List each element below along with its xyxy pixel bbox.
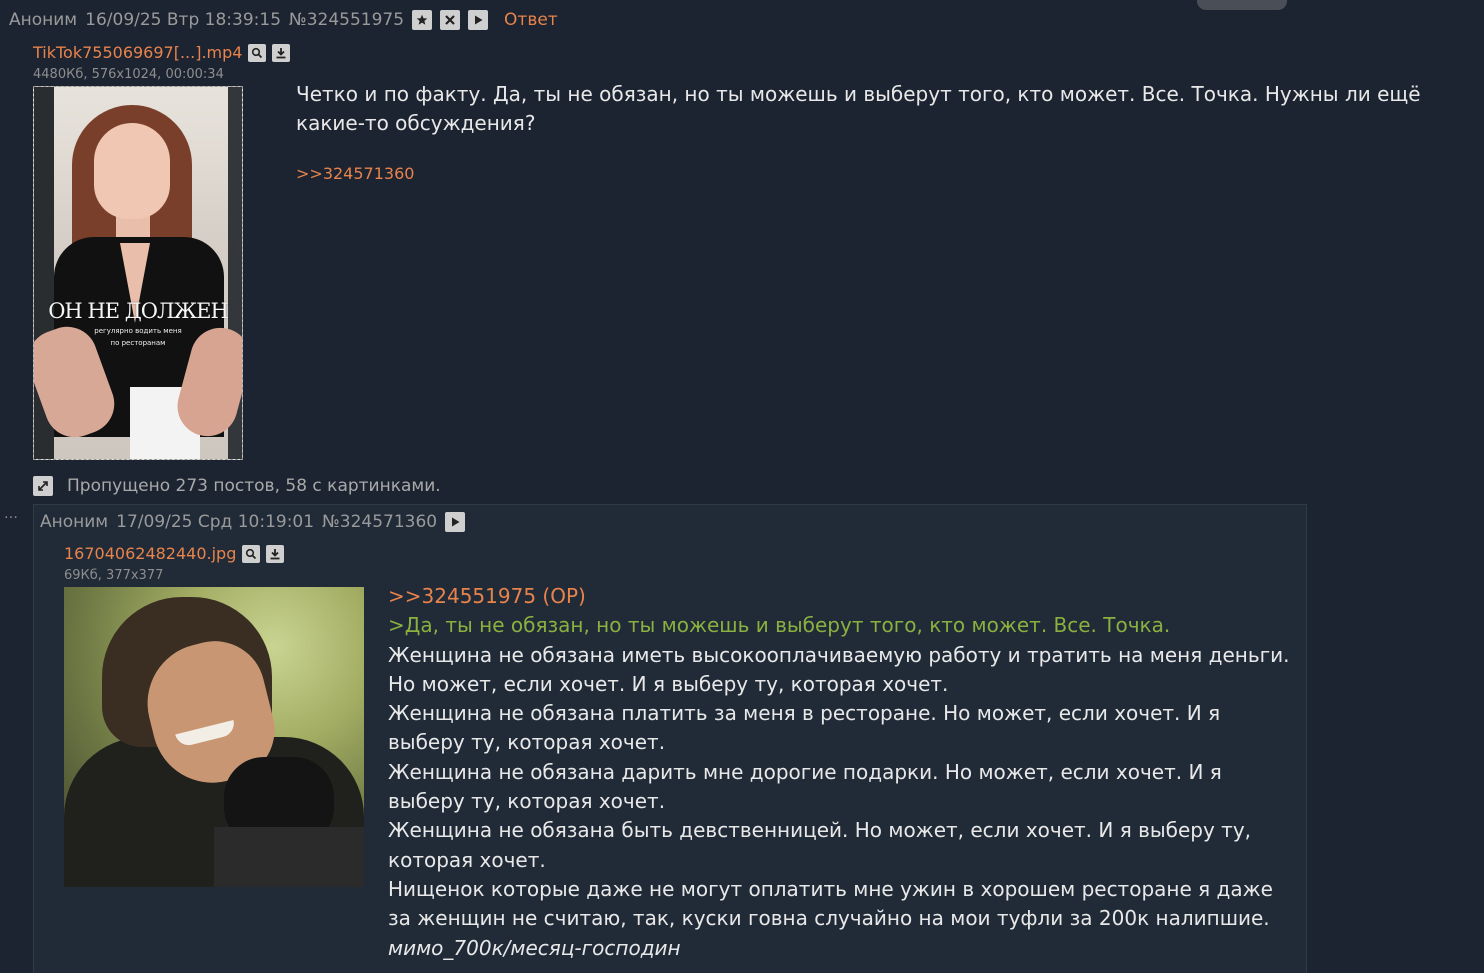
play-icon[interactable] — [445, 512, 466, 532]
reply-line: Женщина не обязана платить за меня в рес… — [388, 701, 1221, 755]
reply-image-thumbnail[interactable] — [64, 587, 364, 887]
more-dots-icon[interactable]: … — [4, 506, 19, 522]
reply-post-header: Аноним 17/09/25 Срд 10:19:01 №324571360 — [40, 512, 466, 532]
reply-file-line: 16704062482440.jpg — [64, 544, 285, 563]
reply-signature: мимо_700к/месяц-господин — [388, 935, 681, 960]
op-file-meta: 4480Кб, 576x1024, 00:00:34 — [33, 67, 224, 82]
reply-post-number[interactable]: №324571360 — [322, 512, 437, 532]
close-icon[interactable] — [440, 10, 461, 30]
search-icon[interactable] — [242, 544, 261, 563]
reply-line: Женщина не обязана быть девственницей. Н… — [388, 818, 1252, 872]
reply-line: Женщина не обязана иметь высокооплачивае… — [388, 642, 1290, 696]
op-author: Аноним — [9, 10, 78, 30]
reply-author: Аноним — [40, 512, 109, 532]
star-icon[interactable] — [412, 10, 433, 30]
greentext-quote: >Да, ты не обязан, но ты можешь и выберу… — [388, 613, 1171, 638]
scroll-pill[interactable] — [1197, 0, 1287, 10]
op-post-header: Аноним 16/09/25 Втр 18:39:15 №324551975 … — [9, 10, 558, 30]
video-overlay-title: ОН НЕ ДОЛЖЕН — [48, 299, 229, 323]
download-icon[interactable] — [266, 544, 285, 563]
op-file-line: TikTok755069697[...].mp4 — [33, 43, 291, 62]
play-icon[interactable] — [468, 10, 489, 30]
reply-file-name[interactable]: 16704062482440.jpg — [64, 544, 236, 563]
op-date: 16/09/25 Втр 18:39:15 — [85, 10, 282, 30]
op-backlink[interactable]: >>324571360 — [296, 164, 414, 183]
expand-icon[interactable] — [33, 476, 53, 496]
op-post-number[interactable]: №324551975 — [289, 10, 404, 30]
op-quote-link[interactable]: >>324551975 (OP) — [388, 584, 586, 608]
reply-line: Нищенок которые даже не могут оплатить м… — [388, 876, 1273, 931]
video-overlay-subtitle: регулярно водить меня по ресторанам — [94, 327, 182, 347]
reply-button[interactable]: Ответ — [504, 10, 558, 30]
reply-date: 17/09/25 Срд 10:19:01 — [116, 512, 315, 532]
op-post-text: Четко и по факту. Да, ты не обязан, но т… — [296, 82, 1421, 135]
reply-line: Женщина не обязана дарить мне дорогие по… — [388, 759, 1222, 814]
download-icon[interactable] — [272, 43, 291, 62]
thread-page: Аноним 16/09/25 Втр 18:39:15 №324551975 … — [0, 0, 1484, 973]
omitted-posts-row: Пропущено 273 постов, 58 с картинками. — [33, 476, 441, 496]
reply-post-text: >>324551975 (OP) >Да, ты не обязан, но т… — [388, 582, 1298, 963]
omitted-posts-text: Пропущено 273 постов, 58 с картинками. — [67, 476, 441, 496]
op-file-name[interactable]: TikTok755069697[...].mp4 — [33, 43, 242, 62]
reply-file-meta: 69Кб, 377x377 — [64, 568, 164, 583]
search-icon[interactable] — [248, 43, 267, 62]
op-video-thumbnail[interactable]: ОН НЕ ДОЛЖЕН регулярно водить меня по ре… — [33, 86, 243, 460]
